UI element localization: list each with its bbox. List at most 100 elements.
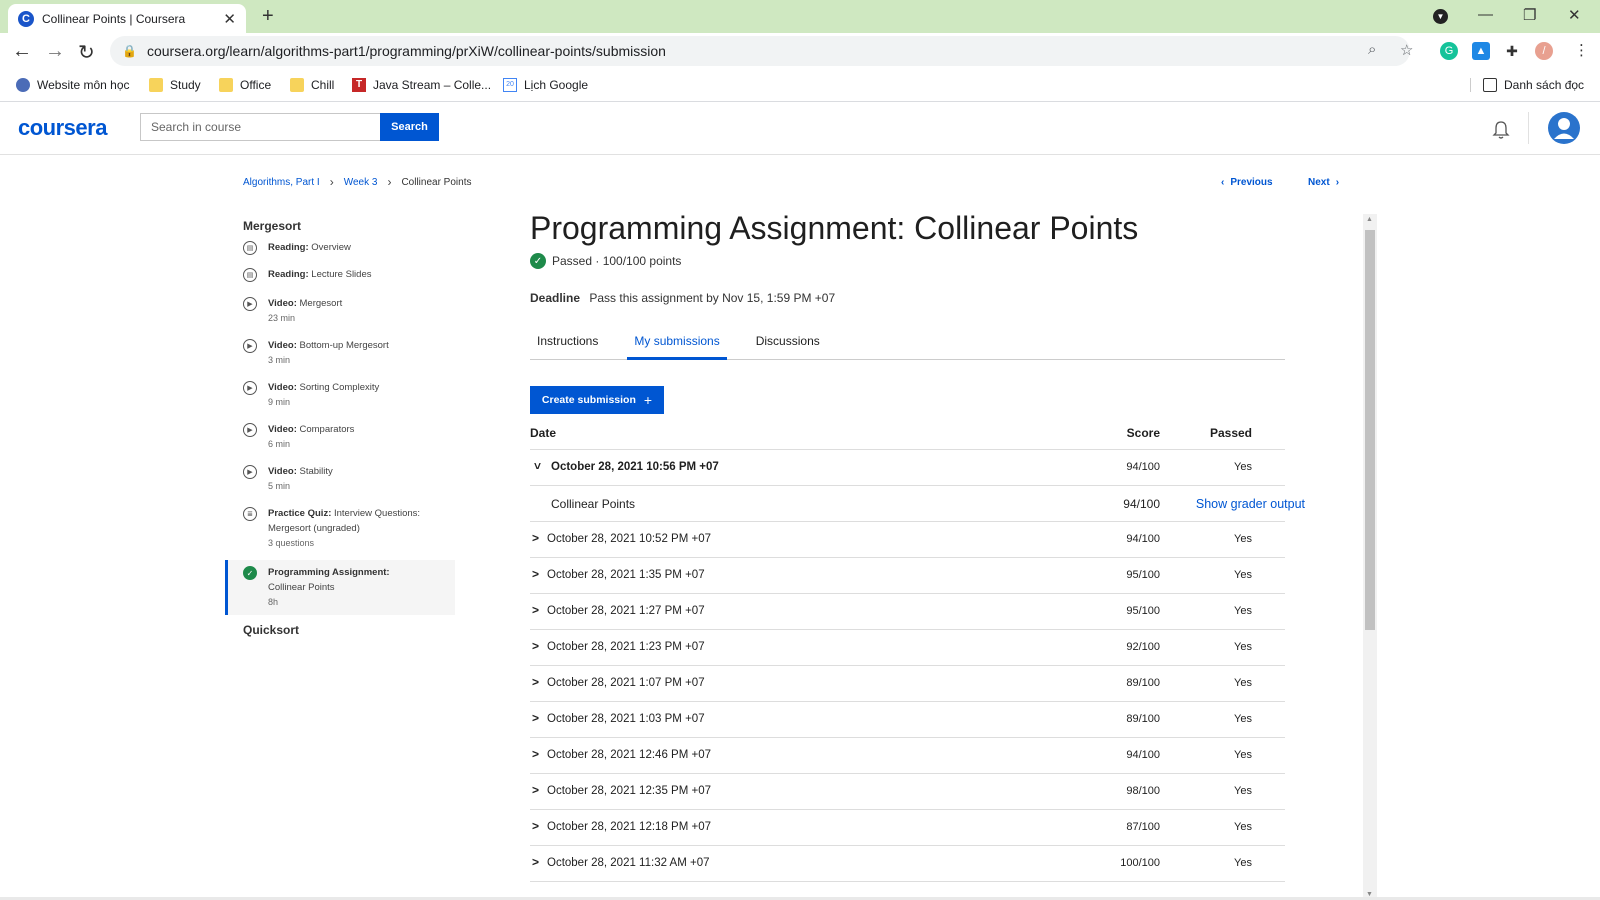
next-link[interactable]: Next ›: [1308, 177, 1339, 188]
chevron-right-icon[interactable]: >: [532, 531, 539, 545]
table-row[interactable]: > October 28, 2021 1:27 PM +07 95/100 Yes: [530, 594, 1285, 630]
browser-toolbar: ← → ↻ 🔒 coursera.org/learn/algorithms-pa…: [0, 33, 1600, 70]
chevron-right-icon[interactable]: >: [532, 711, 539, 725]
table-row[interactable]: > October 28, 2021 11:32 AM +07 100/100 Yes: [530, 846, 1285, 882]
chevron-right-icon[interactable]: >: [532, 747, 539, 761]
sidebar-item-mergesort-video[interactable]: ▶ Video: Mergesort 23 min: [225, 296, 455, 338]
forward-icon[interactable]: →: [45, 40, 65, 63]
coursera-logo[interactable]: coursera: [18, 115, 107, 141]
user-avatar[interactable]: [1548, 112, 1580, 144]
bookmark-chill[interactable]: Chill: [290, 78, 334, 92]
table-row[interactable]: > October 28, 2021 12:46 PM +07 94/100 Yes: [530, 738, 1285, 774]
item-name: Stability: [299, 466, 333, 477]
bookmark-google-calendar[interactable]: 20 Lịch Google: [503, 78, 588, 92]
row-score: 95/100: [1126, 569, 1160, 581]
tab-instructions[interactable]: Instructions: [530, 333, 605, 360]
table-row[interactable]: > October 28, 2021 1:23 PM +07 92/100 Yes: [530, 630, 1285, 666]
previous-link[interactable]: ‹ Previous: [1221, 177, 1273, 188]
scrollbar-thumb[interactable]: [1365, 230, 1375, 630]
row-passed: Yes: [1234, 569, 1252, 581]
reload-icon[interactable]: ↻: [78, 40, 95, 65]
row-score: 94/100: [1126, 749, 1160, 761]
url-text[interactable]: coursera.org/learn/algorithms-part1/prog…: [147, 43, 666, 59]
row-passed: Yes: [1234, 713, 1252, 725]
bell-icon[interactable]: [1492, 120, 1510, 140]
scroll-up-icon[interactable]: ▲: [1366, 216, 1373, 223]
table-row[interactable]: > October 28, 2021 12:35 PM +07 98/100 Yes: [530, 774, 1285, 810]
bookmark-website[interactable]: Website môn học: [16, 78, 130, 92]
sidebar-item-bottom-up-mergesort[interactable]: ▶ Video: Bottom-up Mergesort 3 min: [225, 338, 455, 380]
sidebar-item-practice-quiz[interactable]: ≣ Practice Quiz: Interview Questions: Me…: [225, 506, 455, 560]
chevron-down-icon[interactable]: >: [531, 462, 545, 469]
grammarly-extension-icon[interactable]: G: [1440, 42, 1458, 60]
minimize-icon[interactable]: —: [1478, 6, 1493, 23]
completed-check-icon: ✓: [243, 566, 257, 580]
browser-tabstrip: C Collinear Points | Coursera ✕ + ▼ — ❐ …: [0, 0, 1600, 33]
extension-icon[interactable]: ▲: [1472, 42, 1490, 60]
sidebar-section-mergesort[interactable]: Mergesort: [225, 215, 455, 237]
lock-icon[interactable]: 🔒: [122, 44, 137, 58]
sidebar-item-comparators[interactable]: ▶ Video: Comparators 6 min: [225, 422, 455, 464]
tab-my-submissions[interactable]: My submissions: [627, 333, 727, 360]
chevron-right-icon[interactable]: >: [532, 783, 539, 797]
deadline-text: Pass this assignment by Nov 15, 1:59 PM …: [589, 291, 836, 305]
folder-icon: [290, 78, 304, 92]
reading-list[interactable]: Danh sách đọc: [1470, 78, 1584, 92]
create-submission-button[interactable]: Create submission +: [530, 386, 664, 414]
bookmark-study[interactable]: Study: [149, 78, 201, 92]
row-passed: Yes: [1234, 641, 1252, 653]
back-icon[interactable]: ←: [12, 40, 32, 63]
chevron-right-icon[interactable]: >: [532, 639, 539, 653]
table-row[interactable]: > October 28, 2021 12:18 PM +07 87/100 Yes: [530, 810, 1285, 846]
item-name: Overview: [311, 242, 351, 253]
address-bar[interactable]: 🔒 coursera.org/learn/algorithms-part1/pr…: [110, 36, 1410, 66]
chevron-right-icon[interactable]: >: [532, 855, 539, 869]
breadcrumb-course[interactable]: Algorithms, Part I: [243, 177, 320, 188]
window-close-icon[interactable]: ✕: [1568, 6, 1581, 24]
course-sidebar: Mergesort ▤ Reading: Overview ▤ Reading:…: [225, 215, 455, 641]
row-score: 94/100: [1126, 533, 1160, 545]
menu-kebab-icon[interactable]: ⋮: [1574, 41, 1589, 59]
table-row[interactable]: > October 28, 2021 1:35 PM +07 95/100 Yes: [530, 558, 1285, 594]
table-row[interactable]: > October 28, 2021 1:03 PM +07 89/100 Yes: [530, 702, 1285, 738]
tab-discussions[interactable]: Discussions: [749, 333, 827, 360]
search-button[interactable]: Search: [380, 113, 439, 141]
sidebar-item-lecture-slides[interactable]: ▤ Reading: Lecture Slides: [225, 267, 455, 296]
bookmark-star-icon[interactable]: ☆: [1400, 41, 1413, 59]
sidebar-section-quicksort[interactable]: Quicksort: [225, 619, 455, 641]
table-row[interactable]: > October 28, 2021 1:07 PM +07 89/100 Yes: [530, 666, 1285, 702]
header-date: Date: [530, 426, 557, 440]
profile-avatar-icon[interactable]: /: [1535, 42, 1553, 60]
browser-tab[interactable]: C Collinear Points | Coursera ✕: [8, 4, 246, 33]
new-tab-icon[interactable]: +: [262, 5, 274, 28]
sidebar-item-stability[interactable]: ▶ Video: Stability 5 min: [225, 464, 455, 506]
page-title: Programming Assignment: Collinear Points: [530, 210, 1139, 246]
bookmark-office[interactable]: Office: [219, 78, 271, 92]
create-submission-label: Create submission: [541, 394, 636, 406]
chevron-right-icon[interactable]: >: [532, 567, 539, 581]
breadcrumb-week[interactable]: Week 3: [344, 177, 378, 188]
zoom-icon[interactable]: ⌕: [1368, 41, 1376, 58]
tab-search-icon[interactable]: ▼: [1433, 9, 1448, 24]
sidebar-item-collinear-points[interactable]: ✓ Programming Assignment: Collinear Poin…: [225, 560, 455, 615]
sidebar-item-overview[interactable]: ▤ Reading: Overview: [225, 240, 455, 267]
bookmark-java-stream[interactable]: T Java Stream – Colle...: [352, 78, 491, 92]
item-type: Video:: [268, 340, 297, 351]
passed-check-icon: ✓: [530, 253, 546, 269]
item-type: Practice Quiz:: [268, 508, 332, 519]
show-grader-output-link[interactable]: Show grader output: [1196, 497, 1305, 511]
next-label: Next: [1308, 177, 1330, 188]
row-score: 100/100: [1120, 857, 1160, 869]
extensions-puzzle-icon[interactable]: ✚: [1503, 42, 1521, 60]
search-input[interactable]: Search in course: [140, 113, 380, 141]
sidebar-item-sorting-complexity[interactable]: ▶ Video: Sorting Complexity 9 min: [225, 380, 455, 422]
table-row-expanded[interactable]: > October 28, 2021 10:56 PM +07 94/100 Y…: [530, 450, 1285, 486]
item-name: Collinear Points: [268, 582, 335, 593]
chevron-right-icon[interactable]: >: [532, 675, 539, 689]
page-scrollbar[interactable]: ▲ ▼: [1363, 214, 1377, 900]
chevron-right-icon[interactable]: >: [532, 819, 539, 833]
chevron-right-icon[interactable]: >: [532, 603, 539, 617]
table-row[interactable]: > October 28, 2021 10:52 PM +07 94/100 Yes: [530, 522, 1285, 558]
close-tab-icon[interactable]: ✕: [223, 10, 236, 28]
restore-icon[interactable]: ❐: [1523, 6, 1536, 24]
